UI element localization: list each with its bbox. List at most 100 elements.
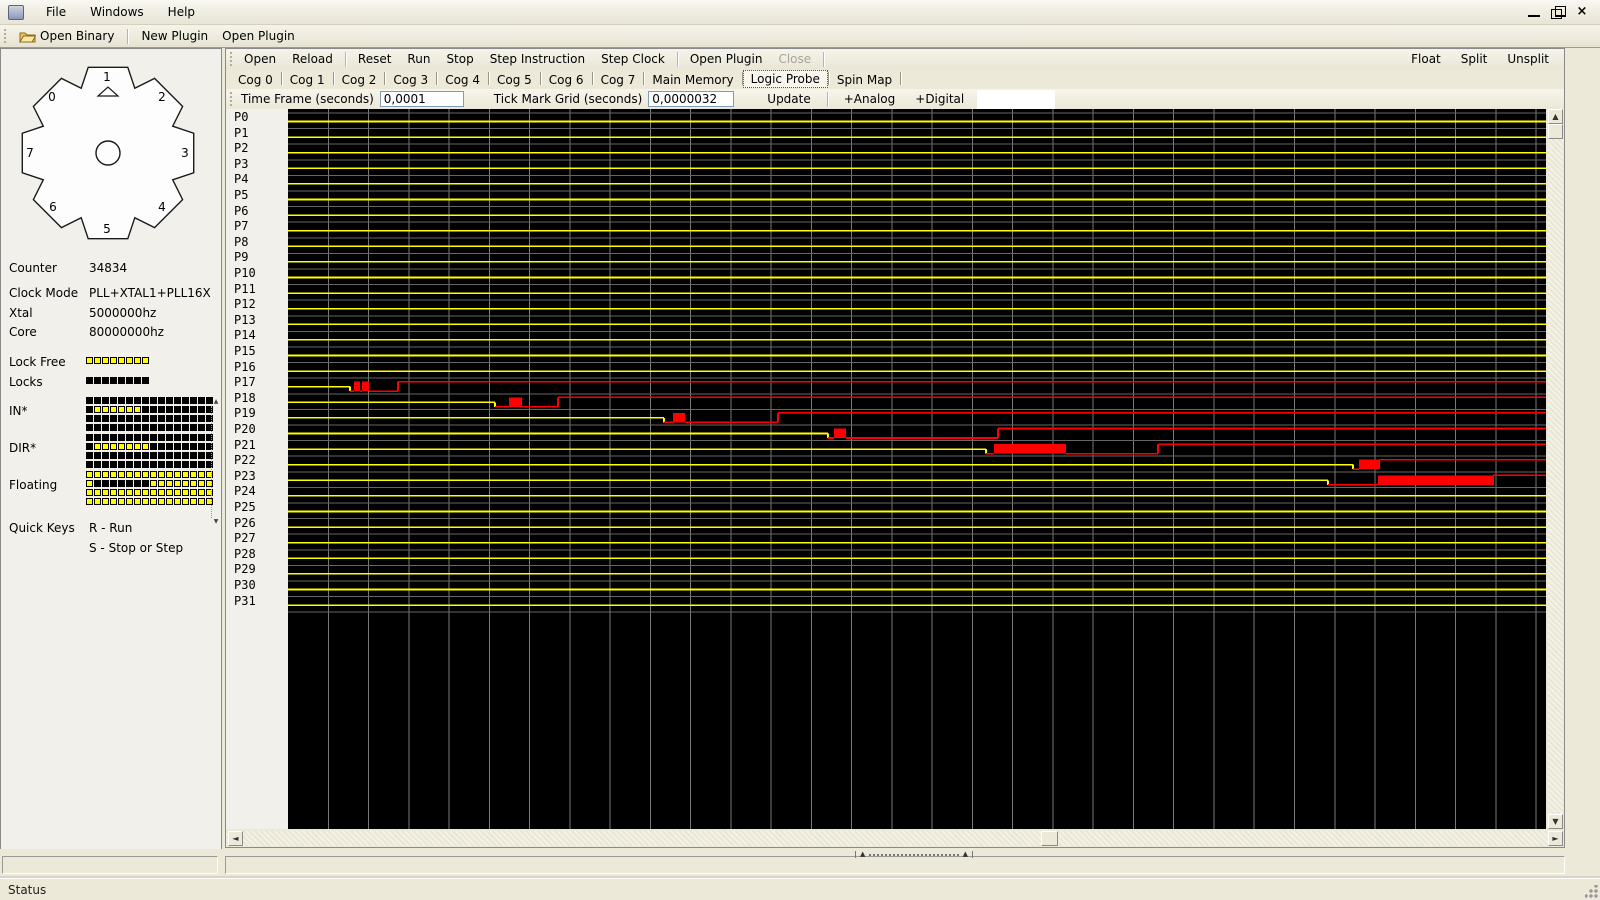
open-button[interactable]: Open [237,51,283,67]
scroll-down-icon[interactable]: ▼ [1548,814,1563,829]
pin-label-p5: P5 [234,188,248,203]
step-clock-button[interactable]: Step Clock [594,51,672,67]
counter-label: Counter [9,261,57,275]
in-state-cell [118,406,125,413]
tab-logic-probe[interactable]: Logic Probe [743,70,828,88]
new-plugin-button[interactable]: New Plugin [137,27,212,45]
in-state-cell [86,424,93,431]
floating-state-cell [134,489,141,496]
reset-button[interactable]: Reset [351,51,399,67]
menu-help[interactable]: Help [156,1,207,23]
minimize-icon[interactable] [1526,5,1542,19]
dir-state-cell [174,452,181,459]
time-frame-input[interactable] [380,91,464,107]
splitter-grip[interactable]: ▲ ▲ [855,850,973,858]
status-bar: Status [0,878,1600,900]
pin-label-p23: P23 [234,469,256,484]
scroll-right-icon[interactable]: ► [1548,831,1563,846]
analog-button[interactable]: +Analog [837,91,903,107]
in-state-cell [110,397,117,404]
floating-state-cell [182,489,189,496]
in-state-cell [134,415,141,422]
probe-extra-input[interactable] [977,90,1055,109]
floating-state-cell [118,489,125,496]
in-state-cell [174,415,181,422]
tab-separator [900,72,901,85]
cog-number-0: 0 [48,90,56,104]
scroll-left-icon[interactable]: ◄ [228,831,243,846]
menu-windows[interactable]: Windows [78,1,156,23]
emulator-panel: Open Reload Reset Run Stop Step Instruct… [225,48,1565,848]
lock-free-cell [110,357,117,364]
unsplit-button[interactable]: Unsplit [1500,51,1556,67]
horizontal-scrollbar[interactable]: ◄ [226,831,1548,846]
hub-pins-scrollbar[interactable]: ▲ ▼ [211,406,219,518]
scroll-up-icon[interactable]: ▲ [212,398,220,406]
lock-cell [142,377,149,384]
toolbar-grip [230,92,233,106]
tab-cog-3[interactable]: Cog 3 [385,72,436,88]
tab-cog-2[interactable]: Cog 2 [334,72,385,88]
digital-button[interactable]: +Digital [908,91,971,107]
probe-toolbar: Time Frame (seconds) Tick Mark Grid (sec… [226,89,1564,109]
floating-state-cell [134,480,141,487]
dir-state-cell [110,461,117,468]
dir-state-cell [150,461,157,468]
in-state-cell [86,397,93,404]
open-folder-icon [19,29,36,43]
pin-label-p26: P26 [234,516,256,531]
in-state-cell [142,406,149,413]
dir-state-cell [198,452,205,459]
dir-state-cell [142,461,149,468]
tab-main-memory[interactable]: Main Memory [644,72,741,88]
pin-label-p10: P10 [234,266,256,281]
vertical-scrollbar[interactable]: ▲ ▼ [1548,109,1563,829]
resize-grip-icon[interactable] [1585,885,1598,898]
floating-state-cell [142,471,149,478]
clock-mode-label: Clock Mode [9,286,78,300]
toolbar-separator [677,52,678,67]
open-binary-button[interactable]: Open Binary [15,27,118,45]
stop-button[interactable]: Stop [439,51,480,67]
pin-label-p9: P9 [234,250,248,265]
in-state-cell [142,397,149,404]
tab-spin-map[interactable]: Spin Map [829,72,900,88]
scroll-down-icon[interactable]: ▼ [212,518,220,526]
vertical-scrollbar-thumb[interactable] [1548,124,1563,139]
tab-cog-1[interactable]: Cog 1 [282,72,333,88]
menu-file[interactable]: File [34,1,78,23]
floating-state-cell [190,498,197,505]
in-state-cell [182,406,189,413]
in-state-cell [158,406,165,413]
core-value: 80000000hz [89,325,164,339]
split-button[interactable]: Split [1454,51,1495,67]
floating-state-cell [110,489,117,496]
quick-keys-label: Quick Keys [9,521,75,535]
in-state-cell [150,397,157,404]
tab-cog-7[interactable]: Cog 7 [593,72,644,88]
close-icon[interactable]: × [1574,5,1590,19]
dir-state-cell [174,443,181,450]
in-state-cell [110,415,117,422]
step-instruction-button[interactable]: Step Instruction [483,51,592,67]
scroll-up-icon[interactable]: ▲ [1548,109,1563,124]
restore-icon[interactable] [1550,5,1566,19]
horizontal-scrollbar-thumb[interactable] [1041,831,1058,846]
floating-state-cell [86,489,93,496]
dir-state-cell [190,434,197,441]
float-button[interactable]: Float [1404,51,1448,67]
open-plugin-button[interactable]: Open Plugin [218,27,299,45]
reload-button[interactable]: Reload [285,51,340,67]
tab-cog-0[interactable]: Cog 0 [230,72,281,88]
open-plugin-button[interactable]: Open Plugin [683,51,770,67]
tab-cog-4[interactable]: Cog 4 [437,72,488,88]
update-button[interactable]: Update [760,91,817,107]
dir-state-cell [118,452,125,459]
tab-cog-5[interactable]: Cog 5 [489,72,540,88]
floating-state-cell [174,489,181,496]
tick-mark-grid-input[interactable] [648,91,734,107]
tab-cog-6[interactable]: Cog 6 [541,72,592,88]
in-state-cell [182,397,189,404]
dir-state-cell [142,452,149,459]
run-button[interactable]: Run [400,51,437,67]
